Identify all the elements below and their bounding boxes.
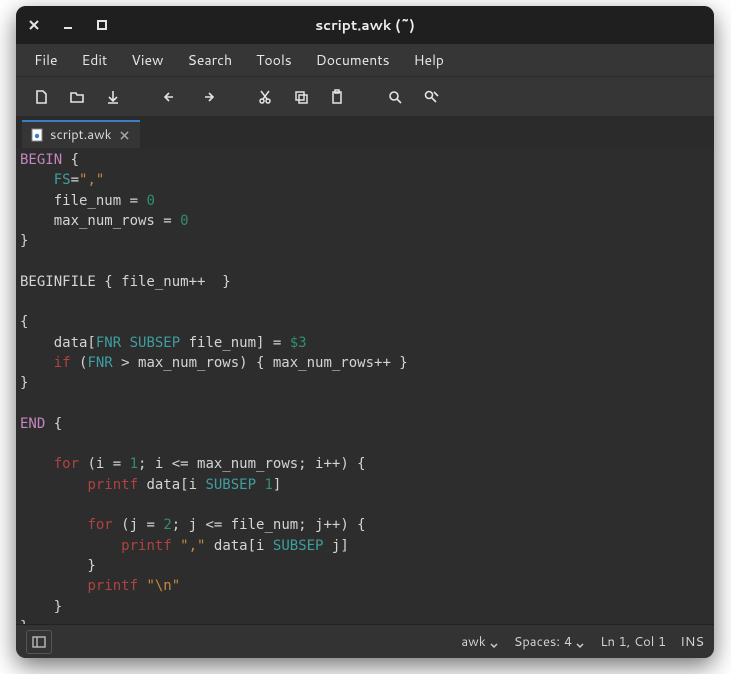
side-panel-toggle-icon[interactable]	[26, 630, 52, 654]
menubar: File Edit View Search Tools Documents He…	[16, 44, 714, 76]
find-replace-icon[interactable]	[414, 81, 448, 113]
paste-icon[interactable]	[320, 81, 354, 113]
tab-label: script.awk	[50, 126, 112, 144]
menu-documents[interactable]: Documents	[306, 46, 400, 74]
menu-view[interactable]: View	[121, 46, 173, 74]
copy-icon[interactable]	[284, 81, 318, 113]
chevron-down-icon	[490, 637, 500, 647]
titlebar: script.awk (~)	[16, 6, 714, 44]
editor-window: script.awk (~) File Edit View Search Too…	[16, 6, 714, 658]
insert-mode[interactable]: INS	[680, 633, 704, 651]
toolbar	[16, 76, 714, 116]
insert-mode-label: INS	[680, 633, 704, 651]
spaces-value: 4	[564, 633, 572, 651]
undo-icon[interactable]	[154, 81, 188, 113]
save-icon[interactable]	[96, 81, 130, 113]
tab-script[interactable]: script.awk	[22, 120, 140, 148]
menu-edit[interactable]: Edit	[72, 46, 118, 74]
search-icon[interactable]	[378, 81, 412, 113]
code-editor[interactable]: BEGIN { FS="," file_num = 0 max_num_rows…	[16, 148, 714, 624]
spaces-label: Spaces:	[514, 633, 560, 651]
indentation-selector[interactable]: Spaces: 4	[514, 633, 587, 651]
chevron-down-icon	[576, 637, 586, 647]
statusbar: awk Spaces: 4 Ln 1, Col 1 INS	[16, 624, 714, 658]
menu-search[interactable]: Search	[178, 46, 243, 74]
redo-icon[interactable]	[190, 81, 224, 113]
menu-help[interactable]: Help	[404, 46, 454, 74]
position-label: Ln 1, Col 1	[600, 633, 666, 651]
tabbar: script.awk	[16, 116, 714, 148]
minimize-icon[interactable]	[58, 15, 78, 35]
tab-close-icon[interactable]	[118, 128, 132, 142]
maximize-icon[interactable]	[92, 15, 112, 35]
language-label: awk	[461, 633, 485, 651]
open-file-icon[interactable]	[60, 81, 94, 113]
close-icon[interactable]	[24, 15, 44, 35]
window-title: script.awk (~)	[16, 15, 714, 35]
language-selector[interactable]: awk	[461, 633, 499, 651]
menu-file[interactable]: File	[24, 46, 68, 74]
window-buttons	[24, 15, 112, 35]
cut-icon[interactable]	[248, 81, 282, 113]
file-type-icon	[30, 128, 44, 142]
new-file-icon[interactable]	[24, 81, 58, 113]
menu-tools[interactable]: Tools	[246, 46, 302, 74]
cursor-position[interactable]: Ln 1, Col 1	[600, 633, 666, 651]
